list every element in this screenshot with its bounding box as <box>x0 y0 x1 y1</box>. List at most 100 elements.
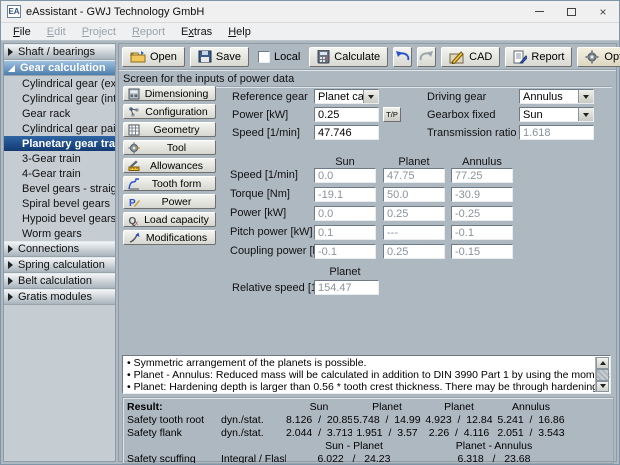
allowances-button[interactable]: Allowances <box>123 158 216 173</box>
sidebar-section-shaft-bearings[interactable]: Shaft / bearings <box>4 44 115 60</box>
transmission-ratio-label: Transmission ratio [-] <box>427 127 529 139</box>
gear-row-label-pitch-power-kw: Pitch power [kW] <box>230 226 313 238</box>
scrollbar-thumb[interactable] <box>596 369 609 381</box>
reference-gear-select[interactable]: Planet carrier <box>314 89 379 104</box>
result-panel: Result:SunPlanetPlanetAnnulusSafety toot… <box>122 397 614 464</box>
driving-gear-label: Driving gear <box>427 91 486 103</box>
module-sidebar: Shaft / bearingsGear calculationCylindri… <box>3 43 116 462</box>
section-label: Connections <box>18 243 79 255</box>
chevron-down-icon[interactable] <box>363 90 378 103</box>
result-value: 6.022 / 24.23 <box>286 453 422 465</box>
sidebar-item-3-gear-train[interactable]: 3-Gear train <box>4 151 115 166</box>
message-scrollbar <box>595 357 609 392</box>
reference-gear-label: Reference gear <box>232 91 308 103</box>
gear-value-torque-nm-sun: -19.1 <box>314 187 376 202</box>
cad-icon <box>449 50 465 64</box>
result-value: 5.241 / 16.86 <box>496 414 566 426</box>
section-label: Gratis modules <box>18 291 92 303</box>
geometry-button[interactable]: Geometry <box>123 122 216 137</box>
maximize-button[interactable] <box>555 1 587 23</box>
open-button[interactable]: Open <box>122 47 185 67</box>
sidebar-item-spiral-bevel-gears[interactable]: Spiral bevel gears <box>4 196 115 211</box>
result-row-label-safety-scuffing: Safety scuffing <box>127 453 221 465</box>
gearbox-fixed-select[interactable]: Sun <box>519 107 594 122</box>
section-label: Shaft / bearings <box>18 46 95 58</box>
local-checkbox[interactable] <box>258 51 270 63</box>
chevron-down-icon[interactable] <box>578 90 593 103</box>
message-box: • Symmetric arrangement of the planets i… <box>122 355 611 394</box>
app-window: EA eAssistant - GWJ Technology GmbH × Fi… <box>0 0 620 465</box>
undo-button[interactable] <box>393 47 412 67</box>
button-label: Open <box>150 51 177 63</box>
minimize-button[interactable] <box>523 1 555 23</box>
sidebar-item-gear-rack[interactable]: Gear rack <box>4 106 115 121</box>
local-checkbox-label: Local <box>274 51 300 63</box>
options-button[interactable]: Options <box>577 47 620 67</box>
driving-gear-select[interactable]: Annulus <box>519 89 594 104</box>
save-disk-icon <box>198 50 212 63</box>
result-column-header-planet: Planet <box>352 401 422 413</box>
speed-input[interactable]: 47.746 <box>314 125 379 140</box>
sidebar-item-cylindrical-gear-external[interactable]: Cylindrical gear (external) <box>4 76 115 91</box>
gearbox-fixed-label: Gearbox fixed <box>427 109 495 121</box>
button-label: Tooth form <box>141 178 212 190</box>
sidebar-section-gratis-modules[interactable]: Gratis modules <box>4 289 115 305</box>
menu-file[interactable]: File <box>5 24 39 40</box>
power-button[interactable]: PPower <box>123 194 216 209</box>
result-column-header-sun: Sun <box>286 401 352 413</box>
result-column-header-planet: Planet <box>422 401 496 413</box>
calculate-button[interactable]: Calculate <box>309 47 388 67</box>
cad-button[interactable]: CAD <box>441 47 500 67</box>
load-capacity-button[interactable]: QxLoad capacity <box>123 212 216 227</box>
sidebar-section-belt-calculation[interactable]: Belt calculation <box>4 273 115 289</box>
result-value: 2.26 / 4.116 <box>422 427 496 439</box>
power-input[interactable]: 0.25 <box>314 107 379 122</box>
result-value: 1.951 / 3.57 <box>352 427 422 439</box>
planet-section-header: Planet <box>314 266 376 278</box>
button-label: Tool <box>141 142 212 154</box>
tool-icon <box>127 142 141 154</box>
button-label: Options <box>604 51 620 63</box>
power-label: Power [kW] <box>232 109 288 121</box>
dimensioning-button[interactable]: Dimensioning <box>123 86 216 101</box>
sidebar-item-cylindrical-gear-pair[interactable]: Cylindrical gear pair <box>4 121 115 136</box>
scroll-down-icon[interactable] <box>596 381 609 393</box>
modifications-button[interactable]: Modifications <box>123 230 216 245</box>
sidebar-item-hypoid-bevel-gears[interactable]: Hypoid bevel gears <box>4 211 115 226</box>
button-label: Allowances <box>141 160 212 172</box>
scroll-up-icon[interactable] <box>596 357 609 369</box>
driving-gear-value: Annulus <box>520 90 578 103</box>
button-label: Report <box>531 51 564 63</box>
gearbox-fixed-value: Sun <box>520 108 578 121</box>
report-button[interactable]: Report <box>505 47 572 67</box>
save-button[interactable]: Save <box>190 47 249 67</box>
window-controls: × <box>523 1 619 23</box>
gear-column-header-annulus: Annulus <box>451 156 513 168</box>
tool-button[interactable]: Tool <box>123 140 216 155</box>
sidebar-section-gear-calculation[interactable]: Gear calculation <box>4 60 115 76</box>
menu-extras[interactable]: Extras <box>173 24 220 40</box>
button-label: Geometry <box>141 124 212 136</box>
sidebar-section-connections[interactable]: Connections <box>4 241 115 257</box>
redo-button <box>417 47 436 67</box>
sidebar-item-4-gear-train[interactable]: 4-Gear train <box>4 166 115 181</box>
message-line: • Planet: Hardening depth is larger than… <box>127 381 594 393</box>
sidebar-section-spring-calculation[interactable]: Spring calculation <box>4 257 115 273</box>
power-icon: P <box>127 196 141 208</box>
configuration-button[interactable]: Configuration <box>123 104 216 119</box>
sidebar-item-planetary-gear-train[interactable]: Planetary gear train <box>4 136 115 151</box>
gear-value-speed-1-min-sun: 0.0 <box>314 168 376 183</box>
sidebar-item-worm-gears[interactable]: Worm gears <box>4 226 115 241</box>
close-button[interactable]: × <box>587 1 619 23</box>
gear-value-coupling-power-kw-planet-carrier: 0.25 <box>383 244 445 259</box>
tooth-form-icon <box>127 178 141 190</box>
torque-power-toggle-button[interactable]: T/P <box>383 107 401 122</box>
sidebar-item-bevel-gears-straight-helical[interactable]: Bevel gears - straight/helical <box>4 181 115 196</box>
chevron-down-icon[interactable] <box>578 108 593 121</box>
menu-help[interactable]: Help <box>220 24 259 40</box>
tooth-form-button[interactable]: Tooth form <box>123 176 216 191</box>
screen-description: Screen for the inputs of power data <box>123 73 612 87</box>
sidebar-item-cylindrical-gear-internal[interactable]: Cylindrical gear (internal) <box>4 91 115 106</box>
local-checkbox-group: Local <box>254 51 304 63</box>
toolbar: OpenSaveLocalCalculateCADReportOptionsHe… <box>119 44 616 70</box>
